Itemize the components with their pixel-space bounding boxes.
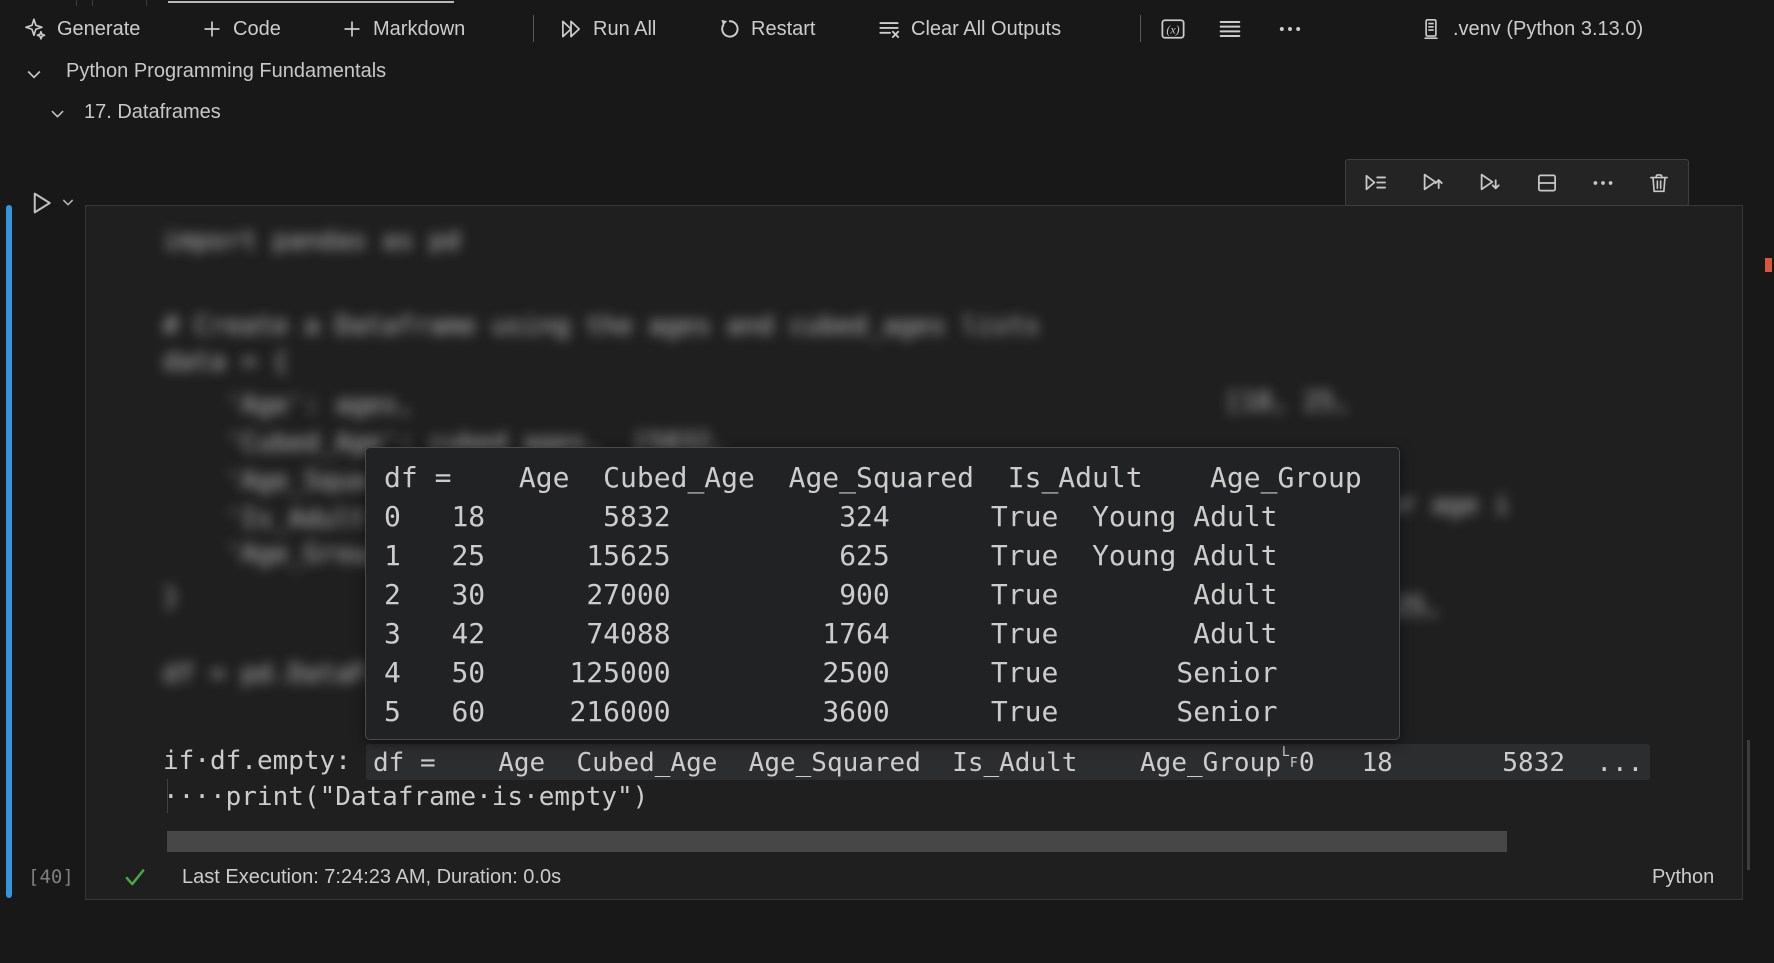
split-cell-icon[interactable] <box>1534 170 1560 196</box>
dataframe-hover-tooltip: df = Age Cubed_Age Age_Squared Is_Adult … <box>365 447 1400 740</box>
code-line: data = { <box>163 346 288 378</box>
execute-above-cells-icon[interactable] <box>1419 169 1446 196</box>
vscode-notebook-window: Generate Code Markdown Run All Restart C… <box>0 0 1774 963</box>
horizontal-scrollbar[interactable] <box>167 831 1507 852</box>
code-line: [18, 25, <box>1225 386 1350 418</box>
cell-toolbar <box>1345 159 1689 206</box>
more-cell-actions-icon[interactable] <box>1590 170 1616 196</box>
code-line: 3 42 74088 1764 True Adult <box>384 614 1399 653</box>
code-line: if·df.empty: <box>163 745 351 777</box>
code-line: 1 25 15625 625 True Young Adult <box>384 536 1399 575</box>
code-line: } <box>163 581 179 613</box>
code-line: 0 18 5832 324 True Young Adult <box>384 497 1399 536</box>
linefeed-glyph: LF <box>1281 745 1299 771</box>
code-line: import pandas as pd <box>163 225 460 257</box>
code-line: ····print("Dataframe·is·empty") <box>163 781 648 813</box>
execute-cell-and-below-icon[interactable] <box>1476 169 1503 196</box>
delete-cell-icon[interactable] <box>1646 170 1672 196</box>
code-line: df = Age Cubed_Age Age_Squared Is_Adult … <box>366 744 1650 780</box>
code-line: 4 50 125000 2500 True Senior <box>384 653 1399 692</box>
code-line: # Create a Dataframe using the ages and … <box>163 310 1040 342</box>
code-line: 2 30 27000 900 True Adult <box>384 575 1399 614</box>
code-line: df = Age Cubed_Age Age_Squared Is_Adult … <box>384 458 1399 497</box>
code-line: 5 60 216000 3600 True Senior <box>384 692 1399 731</box>
code-line: 'Age': ages, <box>163 389 414 421</box>
execute-cell-icon[interactable] <box>1362 169 1389 196</box>
